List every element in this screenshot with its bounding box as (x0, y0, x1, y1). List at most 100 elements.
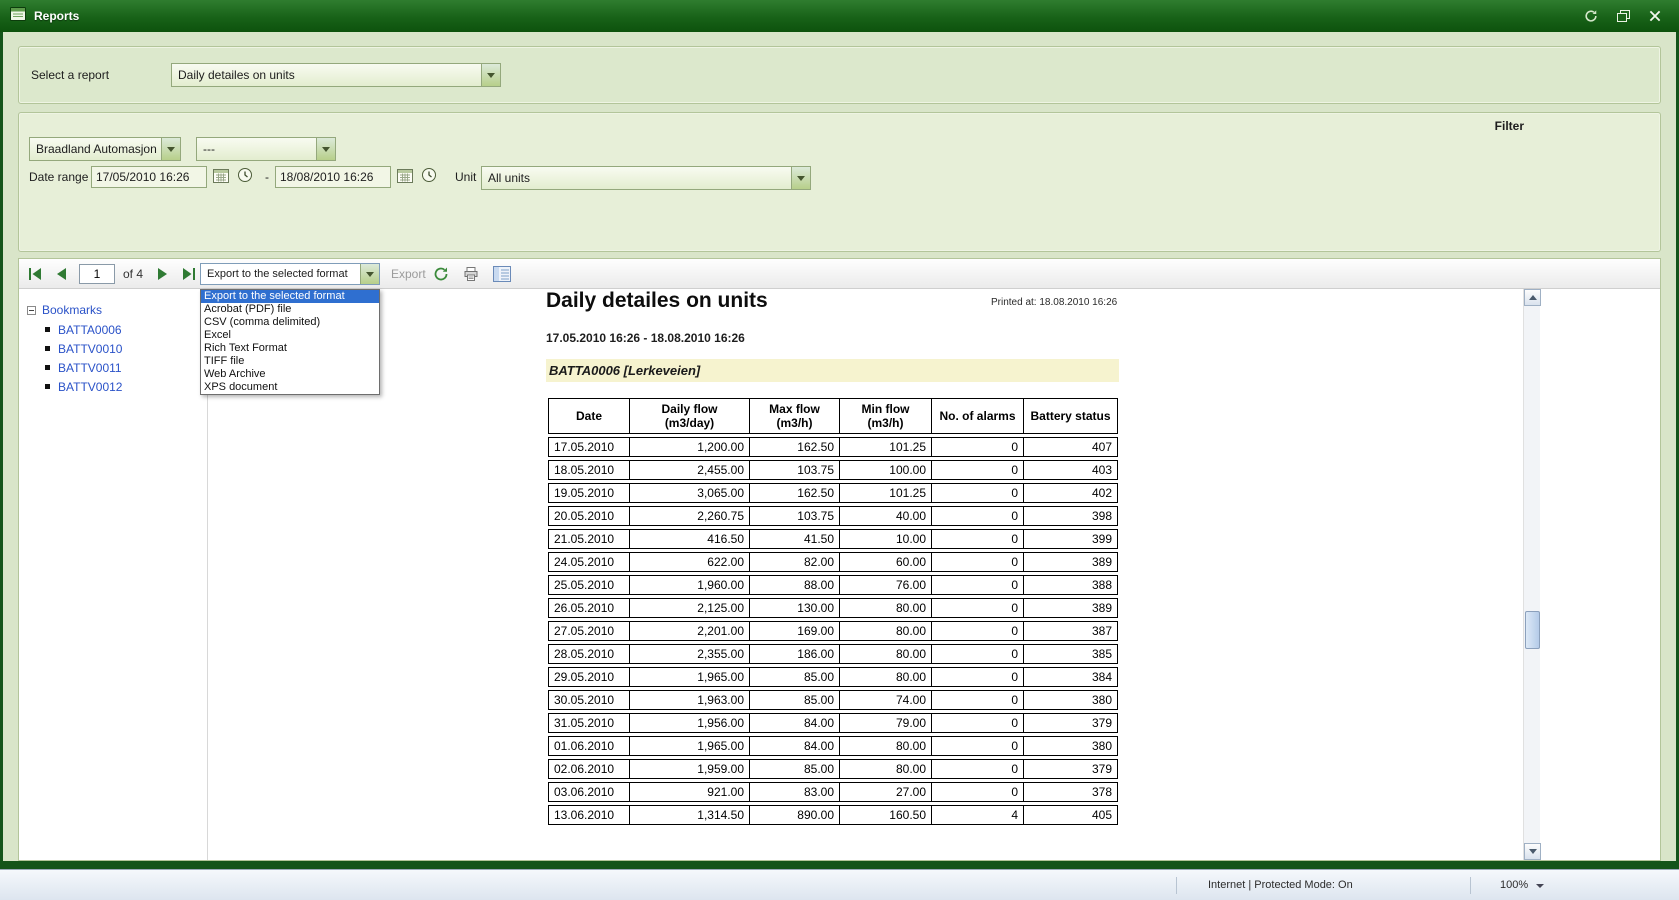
table-cell: 80.00 (840, 598, 932, 618)
export-option[interactable]: Rich Text Format (201, 342, 379, 355)
unit-dropdown[interactable]: All units (481, 166, 811, 190)
date-separator: - (265, 170, 269, 184)
export-option[interactable]: Excel (201, 329, 379, 342)
table-cell: 01.06.2010 (548, 736, 630, 756)
table-cell: 0 (932, 621, 1024, 641)
table-row: 13.06.2010 1,314.50 890.00 160.50 4 405 (548, 805, 1118, 825)
table-cell: 384 (1024, 667, 1118, 687)
table-cell: 2,125.00 (630, 598, 750, 618)
bookmark-item[interactable]: BATTV0012 (45, 380, 122, 394)
table-row: 28.05.2010 2,355.00 186.00 80.00 0 385 (548, 644, 1118, 664)
table-cell: 379 (1024, 759, 1118, 779)
bookmark-item[interactable]: BATTV0010 (45, 342, 122, 356)
table-cell: 379 (1024, 713, 1118, 733)
table-cell: 1,963.00 (630, 690, 750, 710)
table-row: 03.06.2010 921.00 83.00 27.00 0 378 (548, 782, 1118, 802)
bookmark-link[interactable]: BATTV0011 (58, 361, 122, 375)
clock-icon[interactable] (237, 167, 253, 188)
table-cell: 85.00 (750, 759, 840, 779)
export-option[interactable]: Acrobat (PDF) file (201, 303, 379, 316)
table-cell: 405 (1024, 805, 1118, 825)
window-close-icon[interactable] (1647, 8, 1663, 24)
scrollbar-thumb[interactable] (1525, 611, 1540, 649)
bullet-icon (45, 365, 50, 370)
company-value: Braadland Automasjon (36, 142, 157, 156)
table-cell: 622.00 (630, 552, 750, 572)
table-cell: 389 (1024, 552, 1118, 572)
table-cell: 162.50 (750, 483, 840, 503)
export-option[interactable]: TIFF file (201, 355, 379, 368)
status-bar: Internet | Protected Mode: On 100% (0, 869, 1679, 900)
security-zone-label: Internet | Protected Mode: On (1208, 879, 1353, 891)
calendar-icon[interactable] (213, 168, 229, 188)
chevron-down-icon[interactable] (360, 264, 379, 284)
clock-icon[interactable] (421, 167, 437, 188)
table-cell: 403 (1024, 460, 1118, 480)
report-date-range: 17.05.2010 16:26 - 18.08.2010 16:26 (546, 331, 745, 345)
bookmark-link[interactable]: BATTV0010 (58, 342, 122, 356)
export-button[interactable]: Export (391, 267, 426, 281)
caret-down-icon[interactable] (1536, 884, 1544, 888)
chevron-down-icon[interactable] (481, 64, 500, 86)
export-option[interactable]: Web Archive (201, 368, 379, 381)
table-cell: 79.00 (840, 713, 932, 733)
zoom-level-label[interactable]: 100% (1500, 879, 1528, 891)
window-restore-icon[interactable] (1615, 8, 1631, 24)
table-row: 19.05.2010 3,065.00 162.50 101.25 0 402 (548, 483, 1118, 503)
report-table-body: 17.05.2010 1,200.00 162.50 101.25 0 407 18.05.… (548, 437, 1118, 825)
bookmark-link[interactable]: BATTA0006 (58, 323, 122, 337)
page-number-input[interactable] (79, 264, 115, 284)
date-to-input[interactable] (275, 166, 391, 188)
table-cell: 17.05.2010 (548, 437, 630, 457)
table-cell: 80.00 (840, 667, 932, 687)
table-cell: 84.00 (750, 713, 840, 733)
titlebar: Reports (0, 0, 1679, 32)
column-header: Daily flow (m3/day) (630, 398, 750, 434)
print-icon[interactable] (461, 264, 481, 284)
table-cell: 103.75 (750, 506, 840, 526)
export-option[interactable]: CSV (comma delimited) (201, 316, 379, 329)
refresh-icon[interactable] (431, 264, 451, 284)
scroll-up-icon[interactable] (1524, 289, 1541, 306)
table-cell: 101.25 (840, 437, 932, 457)
table-cell: 385 (1024, 644, 1118, 664)
next-page-icon[interactable] (153, 264, 173, 284)
table-cell: 0 (932, 598, 1024, 618)
chevron-down-icon[interactable] (791, 167, 810, 189)
report-select-dropdown[interactable]: Daily detailes on units (171, 63, 501, 87)
chevron-down-icon[interactable] (316, 138, 335, 160)
date-from-input[interactable] (91, 166, 207, 188)
table-row: 29.05.2010 1,965.00 85.00 80.00 0 384 (548, 667, 1118, 687)
scroll-down-icon[interactable] (1524, 843, 1541, 860)
table-cell: 30.05.2010 (548, 690, 630, 710)
table-cell: 921.00 (630, 782, 750, 802)
first-page-icon[interactable] (25, 264, 45, 284)
window-refresh-icon[interactable] (1583, 8, 1599, 24)
table-cell: 0 (932, 437, 1024, 457)
bookmark-item[interactable]: BATTA0006 (45, 323, 122, 337)
bookmark-link[interactable]: BATTV0012 (58, 380, 122, 394)
export-option[interactable]: Export to the selected format (201, 290, 379, 303)
chevron-down-icon[interactable] (161, 138, 180, 160)
company-dropdown[interactable]: Braadland Automasjon (29, 137, 181, 161)
secondary-dropdown[interactable]: --- (196, 137, 336, 161)
collapse-icon[interactable] (27, 305, 36, 315)
prev-page-icon[interactable] (51, 264, 71, 284)
export-format-dropdown[interactable]: Export to the selected format (200, 263, 380, 285)
app-icon (10, 6, 26, 27)
export-option[interactable]: XPS document (201, 381, 379, 394)
table-cell: 0 (932, 644, 1024, 664)
last-page-icon[interactable] (179, 264, 199, 284)
table-cell: 0 (932, 575, 1024, 595)
table-cell: 25.05.2010 (548, 575, 630, 595)
table-cell: 169.00 (750, 621, 840, 641)
table-cell: 1,960.00 (630, 575, 750, 595)
vertical-scrollbar[interactable] (1523, 289, 1541, 860)
table-cell: 0 (932, 460, 1024, 480)
table-cell: 186.00 (750, 644, 840, 664)
calendar-icon[interactable] (397, 168, 413, 188)
document-map-icon[interactable] (491, 264, 513, 284)
bookmark-item[interactable]: BATTV0011 (45, 361, 122, 375)
table-cell: 0 (932, 759, 1024, 779)
table-cell: 13.06.2010 (548, 805, 630, 825)
